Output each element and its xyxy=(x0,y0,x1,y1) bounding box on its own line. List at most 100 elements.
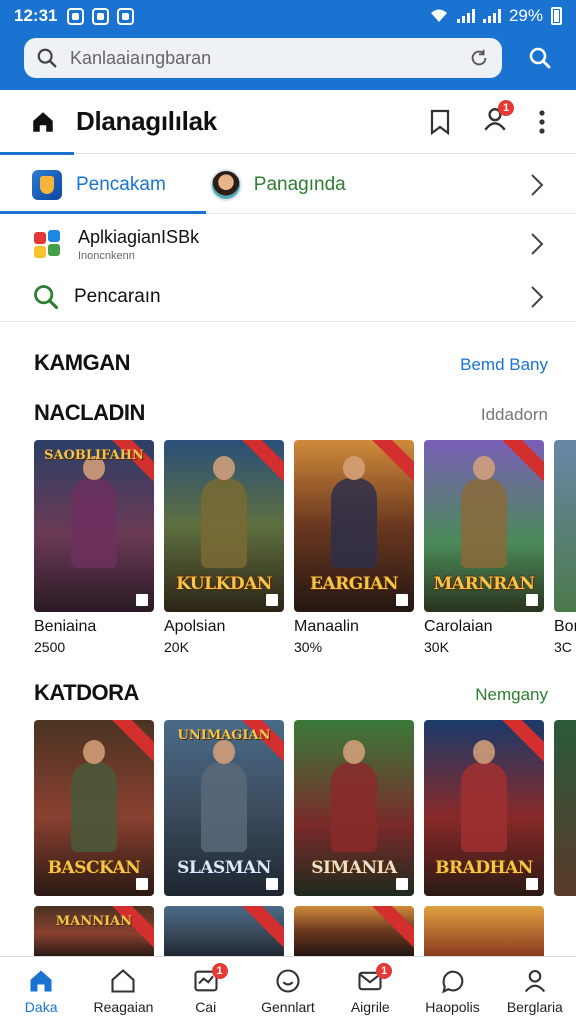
list-item-subtitle: Inoncnkenn xyxy=(78,249,135,262)
game-card[interactable]: UNIMAGIAN SLASMAN xyxy=(164,720,284,896)
game-carousel-two: BASCKAN UNIMAGIAN SLASMAN SIMANIA BRADHAN xyxy=(34,720,576,896)
nav-item-reagaian[interactable]: Reagaian xyxy=(82,957,164,1024)
list-item-title: Pencaraın xyxy=(74,285,161,307)
search-icon xyxy=(37,48,57,68)
nav-badge: 1 xyxy=(376,963,393,979)
tab-panaginda[interactable]: Panagında xyxy=(254,174,346,196)
section-title: KATDORA xyxy=(34,680,139,705)
battery-percent: 29% xyxy=(508,6,543,25)
notification-app-icon xyxy=(117,7,135,25)
nav-label: Daka xyxy=(24,998,58,1015)
bottom-navigation: Daka Reagaian 1 Cai Gennlart 1 Aigrile H… xyxy=(0,956,576,1024)
notification-badge: 1 xyxy=(498,100,514,116)
game-cover: EARGIAN xyxy=(294,440,414,612)
page-title: Dlanagılılak xyxy=(76,106,217,136)
chat-icon xyxy=(441,970,463,993)
see-more-link[interactable]: Nemgany xyxy=(475,685,548,705)
signal-icon xyxy=(482,9,501,23)
nav-label: Reagaian xyxy=(93,998,154,1015)
game-cover xyxy=(164,906,284,956)
notification-app-icon xyxy=(67,7,85,25)
game-card[interactable]: KULKDAN Apolsian 20K xyxy=(164,440,284,655)
game-app-icon xyxy=(32,169,62,200)
home-icon xyxy=(30,970,52,991)
game-card[interactable] xyxy=(294,906,414,956)
section-header-main: KAMGAN Bemd Bany xyxy=(34,350,548,376)
person-icon xyxy=(524,969,545,992)
more-vert-icon[interactable] xyxy=(538,109,546,135)
game-card[interactable]: EARGIAN Manaalin 30% xyxy=(294,440,414,655)
game-card[interactable]: MARNRAN Carolaian 30K xyxy=(424,440,544,655)
status-bar: 12:31 29% xyxy=(0,0,576,32)
refresh-icon[interactable] xyxy=(468,47,490,69)
section-title: NACLADIN xyxy=(34,400,145,425)
game-card[interactable]: MANNIAN xyxy=(34,906,154,956)
tab-row: Pencakam Panagında xyxy=(0,156,576,214)
game-cover: UNIMAGIAN SLASMAN xyxy=(164,720,284,896)
nav-badge: 1 xyxy=(211,963,228,979)
see-more-link[interactable]: Bemd Bany xyxy=(460,355,548,375)
game-card[interactable]: BASCKAN xyxy=(34,720,154,896)
tab-pencakam[interactable]: Pencakam xyxy=(76,174,166,196)
nav-label: Haopolis xyxy=(425,998,480,1015)
page-header: Dlanagılılak 1 xyxy=(0,90,576,154)
game-cover: KULKDAN xyxy=(164,440,284,612)
nav-label: Cai xyxy=(195,998,217,1015)
chevron-right-icon[interactable] xyxy=(530,173,544,197)
nav-item-haopolis[interactable]: Haopolis xyxy=(411,957,493,1024)
game-cover: MARNRAN xyxy=(424,440,544,612)
nav-item-aigrile[interactable]: 1 Aigrile xyxy=(329,957,411,1024)
wifi-icon xyxy=(430,9,447,22)
avatar xyxy=(209,168,242,201)
battery-icon xyxy=(551,7,562,25)
game-cover: SAOBLIFAHN xyxy=(34,440,154,612)
nav-item-gennlart[interactable]: Gennlart xyxy=(247,957,329,1024)
nav-item-berglaria[interactable]: Berglaria xyxy=(494,957,576,1024)
game-count: 20K xyxy=(164,639,189,655)
search-bar[interactable] xyxy=(24,38,502,78)
house-outline-icon xyxy=(111,968,135,993)
search-icon[interactable] xyxy=(528,46,552,70)
game-title: Bon xyxy=(554,618,576,635)
game-card[interactable]: Bon 3C xyxy=(554,440,576,655)
game-cover: SIMANIA xyxy=(294,720,414,896)
apps-icon xyxy=(34,230,60,258)
smile-icon xyxy=(276,968,300,993)
game-title: Manaalin xyxy=(294,618,359,635)
nav-label: Berglaria xyxy=(506,998,563,1015)
game-count: 30% xyxy=(294,639,323,655)
list-item-search[interactable]: Pencaraın xyxy=(0,272,576,322)
bookmark-icon[interactable] xyxy=(428,109,452,135)
section-header-one: NACLADIN Iddadorn xyxy=(34,400,548,426)
search-input[interactable] xyxy=(70,47,468,69)
chevron-right-icon[interactable] xyxy=(530,285,544,309)
game-count: 3C xyxy=(554,639,572,655)
list-item-title: AplkiagianISBk xyxy=(78,226,200,247)
game-card[interactable]: BRADHAN xyxy=(424,720,544,896)
game-title: Apolsian xyxy=(164,618,226,635)
game-card[interactable]: SAOBLIFAHN Beniaina 2500 xyxy=(34,440,154,655)
signal-icon xyxy=(456,9,475,23)
game-cover xyxy=(554,720,576,896)
chevron-right-icon[interactable] xyxy=(530,232,544,256)
game-carousel-one: SAOBLIFAHN Beniaina 2500 KULKDAN Apolsia… xyxy=(34,440,576,655)
list-item-apps[interactable]: AplkiagianISBk Inoncnkenn xyxy=(0,216,576,272)
home-icon[interactable] xyxy=(30,109,56,135)
game-card[interactable]: SIMANIA xyxy=(294,720,414,896)
section-header-two: KATDORA Nemgany xyxy=(34,680,548,706)
nav-item-cai[interactable]: 1 Cai xyxy=(165,957,247,1024)
game-cover: MANNIAN xyxy=(34,906,154,956)
game-card[interactable] xyxy=(554,720,576,896)
game-carousel-three: MANNIAN xyxy=(34,906,544,956)
game-cover xyxy=(554,440,576,612)
notifications-button[interactable]: 1 xyxy=(482,100,514,137)
tab-active-indicator xyxy=(0,211,206,214)
nav-item-daka[interactable]: Daka xyxy=(0,957,82,1024)
game-cover: BASCKAN xyxy=(34,720,154,896)
game-card[interactable] xyxy=(164,906,284,956)
game-cover: BRADHAN xyxy=(424,720,544,896)
game-title: Beniaina xyxy=(34,618,97,635)
game-count: 30K xyxy=(424,639,449,655)
game-card[interactable] xyxy=(424,906,544,956)
see-more-link[interactable]: Iddadorn xyxy=(481,405,548,425)
